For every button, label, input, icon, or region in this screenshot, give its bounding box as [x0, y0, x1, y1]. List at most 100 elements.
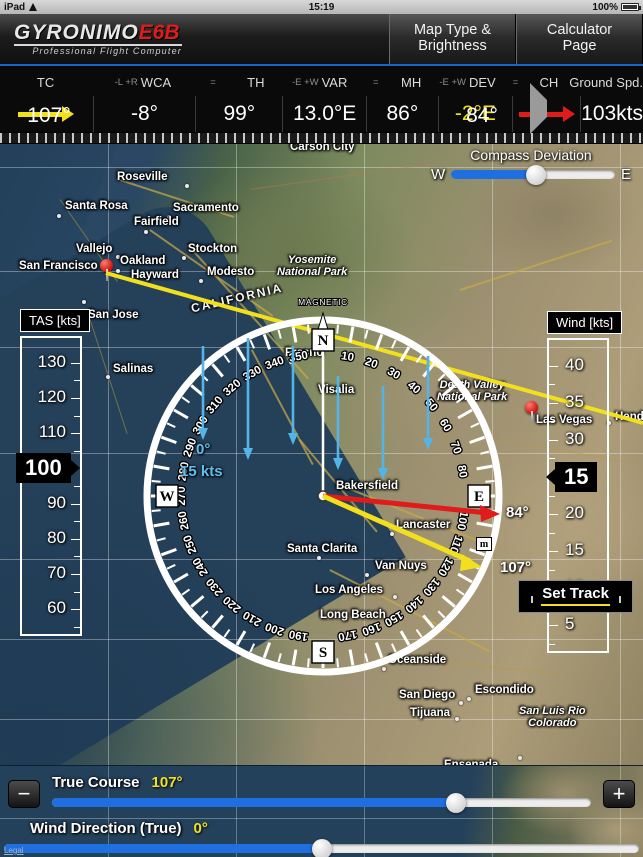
scale-tick-label: 35	[565, 391, 584, 411]
scale-minor-tick	[549, 495, 555, 497]
rose-degree-label: 350	[288, 350, 309, 365]
compass-rose[interactable]: 10 20 30 40 50 60 70 80 100 110 120 130 140 150 160 170…	[118, 291, 532, 701]
scale-tick	[549, 625, 558, 627]
set-track-button[interactable]: Set Track	[518, 580, 633, 613]
svg-text:N: N	[318, 333, 329, 349]
header-mh: MH	[401, 74, 422, 90]
rose-degree-label: 260	[177, 510, 192, 531]
wind-barb-head	[423, 438, 433, 450]
wind-barb-arrows	[198, 338, 433, 480]
map-type-brightness-line2: Brightness	[418, 38, 487, 54]
wind-barb-head	[288, 433, 298, 445]
magnetic-label: MAGNETIC	[298, 297, 348, 307]
tas-scale-frame[interactable]: 130 120 110 100 90 80 70 60	[16, 336, 82, 636]
rose-degree-label: 250	[182, 533, 200, 555]
battery-icon	[621, 3, 641, 11]
set-track-label: Set Track	[541, 585, 610, 606]
rose-degree-label: 60	[437, 417, 454, 434]
scale-tick	[71, 503, 80, 505]
map-pin-icon-left	[527, 589, 536, 603]
rose-degree-label: 50	[422, 397, 439, 415]
scale-tick	[71, 538, 80, 540]
header-tc: TC	[36, 74, 55, 90]
mh-value[interactable]: 86°	[365, 96, 438, 132]
true-course-vector	[321, 493, 482, 571]
rose-degree-label: 340	[264, 355, 286, 373]
true-course-increase-button[interactable]: +	[603, 780, 635, 808]
ch-value[interactable]: 84°	[446, 98, 518, 134]
compass-deviation-control[interactable]: Compass Deviation W E	[431, 147, 631, 185]
map-canvas[interactable]: Carson City Roseville Santa Rosa Sacramento…	[0, 139, 643, 765]
wind-barb-head	[333, 458, 343, 470]
scale-tick	[71, 362, 80, 364]
rose-degree-label: 160	[360, 620, 382, 638]
wca-value[interactable]: -8°	[92, 96, 195, 132]
scale-minor-tick	[549, 569, 555, 571]
scale-minor-tick	[549, 384, 555, 386]
scale-tick	[549, 514, 558, 515]
wind-selected-value[interactable]: 15	[555, 461, 598, 492]
cardinal-n: N	[311, 328, 335, 352]
tas-selected-value[interactable]: 100	[16, 453, 71, 484]
rose-degree-label: 220	[221, 593, 243, 615]
scale-minor-tick	[74, 486, 80, 487]
rose-degree-label: 330	[241, 364, 264, 384]
scale-minor-tick	[74, 521, 80, 523]
logo-model: E6B	[138, 21, 180, 44]
header-wca: -L +R WCA	[114, 74, 172, 90]
header-ground-speed: Ground Spd.	[569, 74, 643, 90]
th-value[interactable]: 99°	[195, 96, 282, 132]
rose-degree-label: 210	[241, 608, 264, 628]
scale-tick-label: 80	[47, 527, 66, 547]
tas-scale-title: TAS [kts]	[20, 309, 90, 332]
header-dev: -E +W DEV	[439, 74, 496, 90]
scale-minor-tick	[74, 591, 80, 593]
ground-speed-value[interactable]: 103kts	[580, 96, 643, 132]
scale-minor-tick	[74, 626, 80, 628]
scale-tick-label: 5	[565, 614, 575, 634]
scale-minor-tick	[74, 415, 80, 417]
rose-degree-label: 20	[363, 356, 379, 372]
magnetic-marker-icon: m	[476, 537, 492, 551]
var-value[interactable]: 13.0°E	[282, 96, 365, 132]
logo-brand: GYRONIMO	[14, 21, 139, 44]
true-course-slider[interactable]	[52, 792, 591, 813]
scale-tick	[549, 402, 558, 404]
cardinal-w: W	[155, 484, 179, 508]
compass-deviation-max-label: E	[620, 166, 631, 183]
rose-degree-label: 120	[435, 555, 455, 578]
rose-degree-label: 310	[204, 394, 226, 416]
true-course-label: 107°	[500, 559, 532, 576]
rose-degree-label: 40	[405, 379, 423, 396]
tas-scale[interactable]: TAS [kts] 130 120 110 100 90 80 70 60	[16, 309, 90, 636]
scale-tick-label: 30	[565, 428, 584, 448]
wind-direction-readout: 0°	[196, 441, 211, 458]
wind-direction-slider[interactable]	[4, 838, 639, 857]
scale-tick	[549, 551, 558, 553]
rose-degree-label: 130	[420, 575, 442, 597]
wind-barb-head	[378, 468, 388, 480]
scale-tick	[71, 574, 80, 576]
ios-status-bar: iPad 15:19 100%	[0, 0, 643, 14]
wind-direction-value: 0°	[193, 820, 208, 837]
map-type-brightness-button[interactable]: Map Type & Brightness	[389, 14, 516, 64]
logo-tagline: Professional Flight Computer	[14, 44, 182, 56]
app-logo: GYRONIMOE6B Professional Flight Computer	[0, 14, 389, 64]
true-course-row: − True Course 107° +	[0, 772, 643, 816]
scale-minor-tick	[549, 532, 555, 534]
scale-minor-tick	[549, 458, 555, 460]
legal-link[interactable]: Legal	[4, 846, 24, 855]
header-th: TH	[247, 74, 265, 90]
true-course-decrease-button[interactable]: −	[8, 780, 40, 808]
rose-degree-label: 30	[385, 365, 402, 382]
compass-deviation-slider[interactable]	[451, 164, 615, 185]
rose-degree-label: 320	[221, 377, 243, 399]
tc-value[interactable]: 107°	[0, 98, 98, 134]
rose-degree-label: 10	[340, 350, 355, 364]
scale-tick	[71, 609, 80, 611]
wind-barb-head	[243, 448, 253, 460]
scale-tick-label: 70	[47, 563, 66, 583]
grey-triangle-icon	[530, 83, 547, 134]
scale-minor-tick	[74, 380, 80, 382]
calculator-page-button[interactable]: Calculator Page	[516, 14, 643, 64]
